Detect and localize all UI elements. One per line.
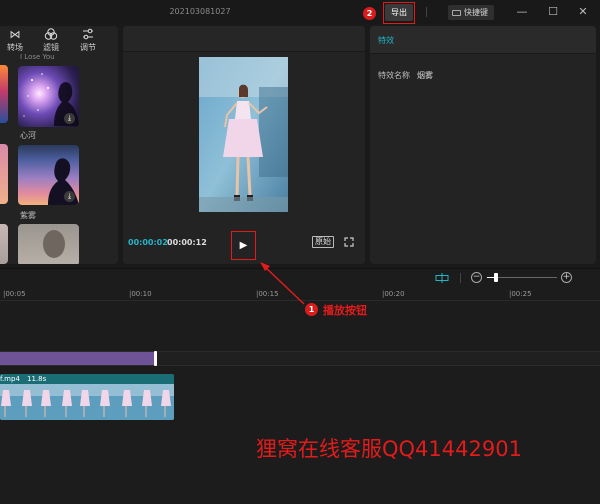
watermark-text: 狸窝在线客服QQ41442901: [256, 437, 522, 461]
play-callout-text: 播放按钮: [323, 304, 367, 317]
callout-badge-1: 1: [305, 303, 318, 316]
callout-arrow: [260, 262, 305, 305]
